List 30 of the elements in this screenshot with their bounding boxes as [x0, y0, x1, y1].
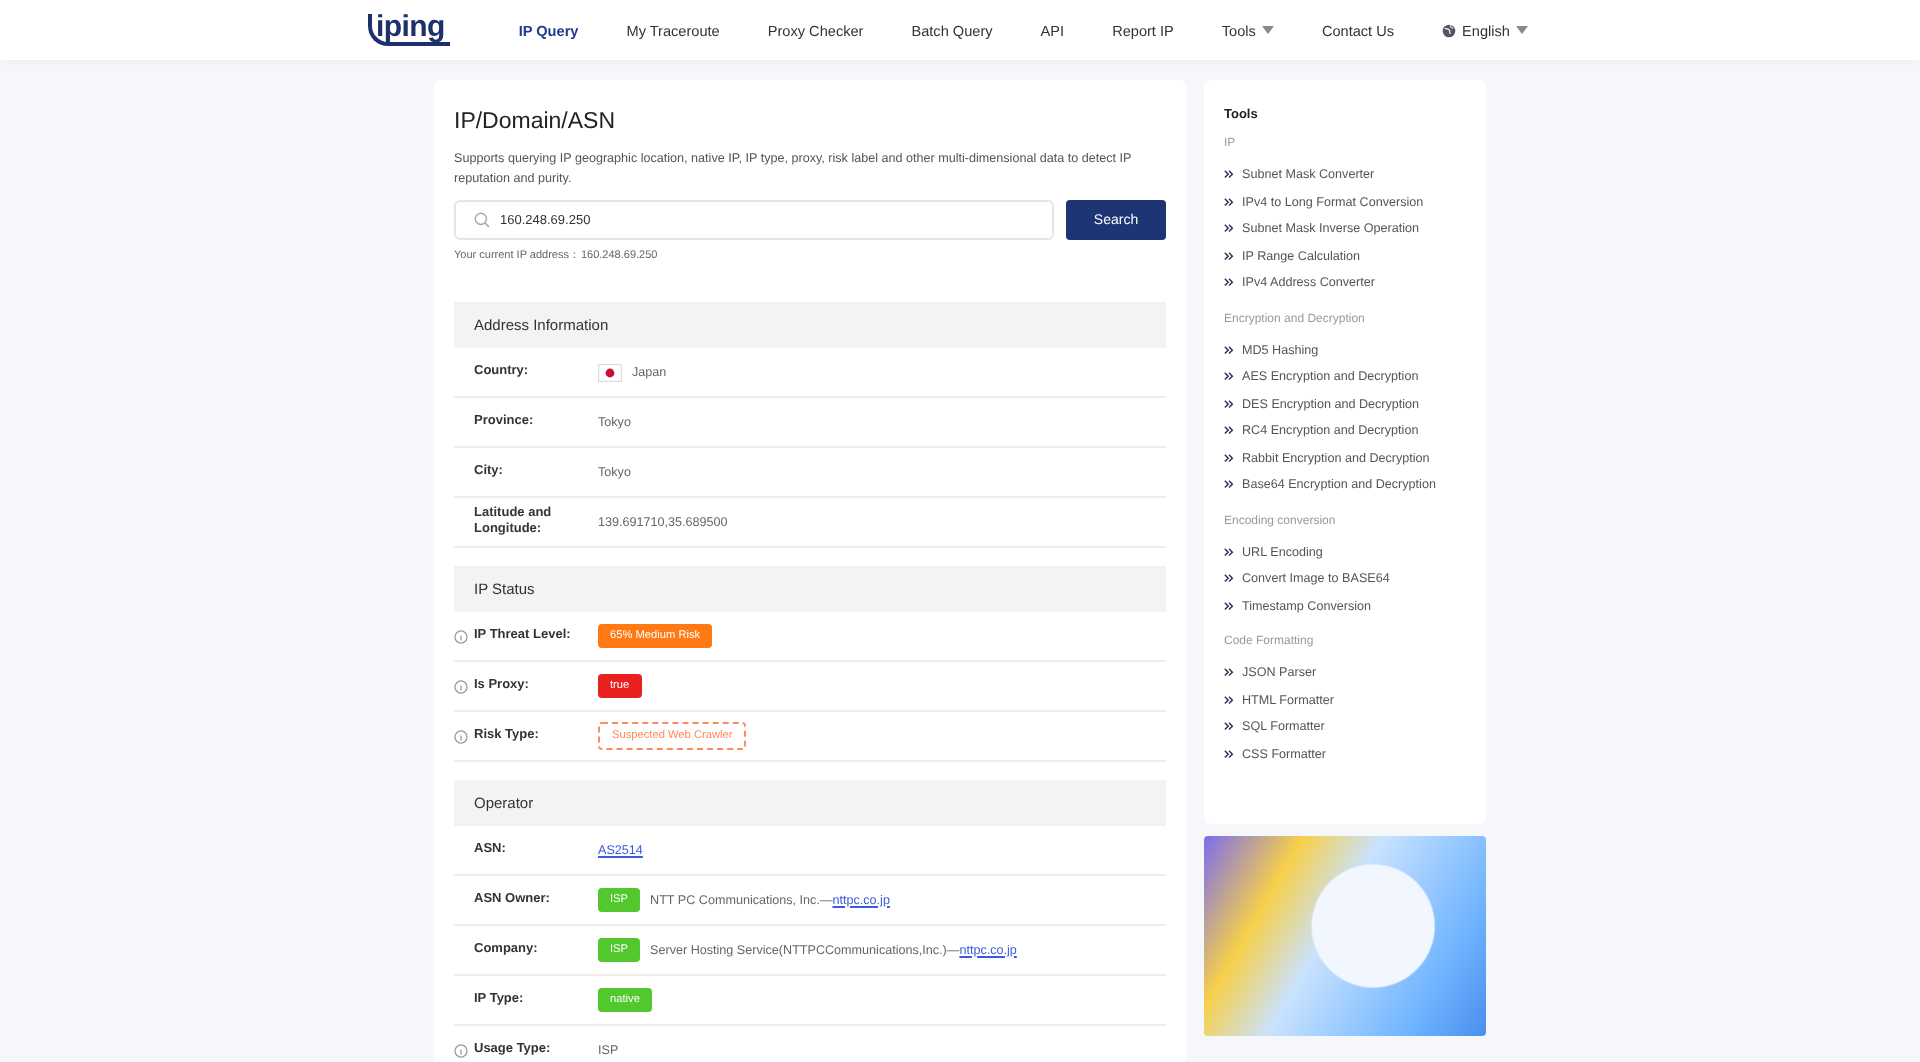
flag-icon — [598, 363, 622, 381]
info-icon — [454, 679, 468, 693]
ad-banner-image[interactable] — [1204, 836, 1486, 1036]
chevrons-icon — [1224, 197, 1234, 208]
chevrons-icon — [1224, 251, 1234, 262]
chevrons-icon — [1224, 278, 1234, 289]
caret-icon — [1261, 26, 1274, 34]
info-icon — [454, 1043, 468, 1057]
chevrons-icon — [1224, 695, 1234, 706]
chevrons-icon — [1224, 601, 1234, 612]
info-icon — [454, 729, 468, 743]
logo[interactable]: iping — [368, 14, 451, 46]
chevrons-icon — [1224, 749, 1234, 760]
chevrons-icon — [1224, 426, 1234, 437]
chevrons-icon — [1224, 722, 1234, 733]
chevrons-icon — [1224, 372, 1234, 383]
chevrons-icon — [1224, 345, 1234, 356]
chevrons-icon — [1224, 574, 1234, 585]
caret-icon — [1515, 26, 1528, 34]
search-icon — [474, 212, 490, 228]
chevrons-icon — [1224, 480, 1234, 491]
info-icon — [454, 629, 468, 643]
globe-icon — [1442, 23, 1457, 37]
chevrons-icon — [1224, 170, 1234, 181]
chevrons-icon — [1224, 224, 1234, 235]
chevrons-icon — [1224, 399, 1234, 410]
chevrons-icon — [1224, 547, 1234, 558]
chevrons-icon — [1224, 668, 1234, 679]
chevrons-icon — [1224, 453, 1234, 464]
page-title: IP/Domain/ASN — [454, 110, 618, 134]
